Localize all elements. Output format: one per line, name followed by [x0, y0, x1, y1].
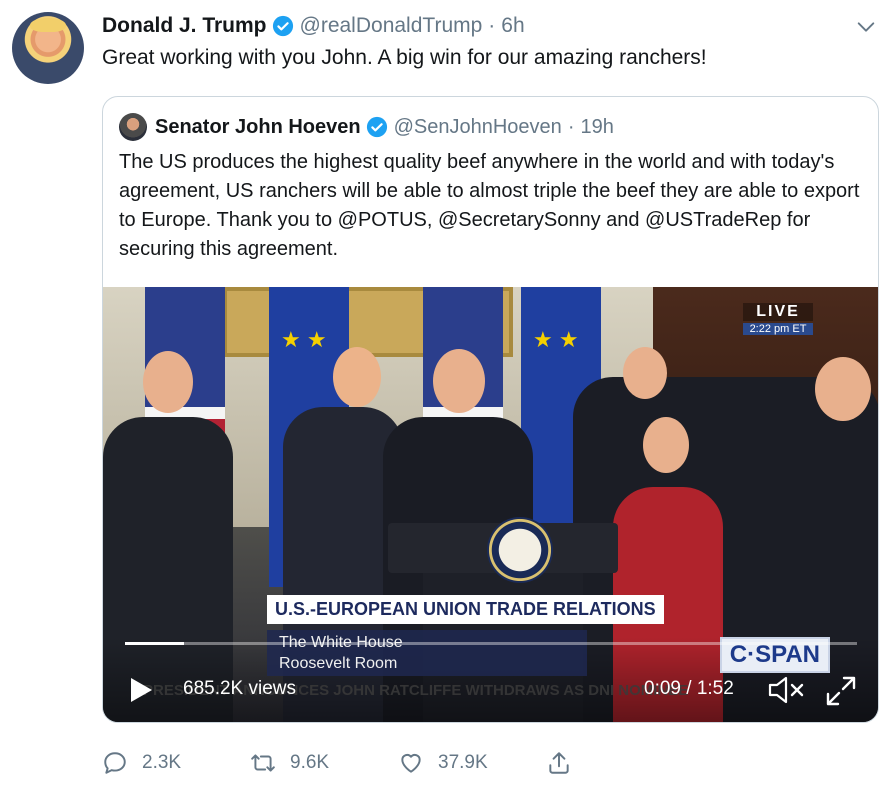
like-button[interactable]: 37.9K: [398, 748, 488, 778]
video-scene-person: [333, 347, 381, 407]
video-progress-bar[interactable]: [125, 642, 857, 645]
retweet-icon: [251, 754, 275, 772]
share-button[interactable]: [546, 748, 586, 778]
video-scene-person: [623, 347, 667, 399]
video-player[interactable]: LIVE 2:22 pm ET U.S.-EUROPEAN UNION TRAD…: [103, 287, 878, 722]
share-icon: [549, 752, 569, 774]
reply-button[interactable]: 2.3K: [102, 748, 181, 778]
quoted-tweet-time: 19h: [580, 115, 614, 138]
like-count: 37.9K: [438, 752, 488, 773]
quoted-author-avatar: [119, 113, 147, 141]
tweet-text: Great working with you John. A big win f…: [102, 46, 707, 69]
tweet-actions: 2.3K 9.6K 37.9K: [102, 748, 602, 778]
reply-count: 2.3K: [142, 752, 182, 773]
retweet-button[interactable]: 9.6K: [250, 748, 329, 778]
quoted-tweet-header: Senator John Hoeven @SenJohnHoeven · 19h: [119, 113, 614, 141]
separator-dot: ·: [567, 115, 575, 138]
live-label: LIVE: [743, 303, 813, 321]
author-name[interactable]: Donald J. Trump: [102, 14, 267, 38]
video-scene-person: [643, 417, 689, 473]
heart-icon: [401, 753, 421, 773]
lower-third-location: The White House Roosevelt Room: [267, 630, 587, 676]
volume-muted-icon[interactable]: [767, 675, 807, 705]
verified-badge-icon: [366, 116, 387, 138]
broadcast-lower-third: U.S.-EUROPEAN UNION TRADE RELATIONS The …: [267, 595, 664, 676]
play-icon[interactable]: [129, 677, 153, 703]
verified-badge-icon: [272, 15, 293, 37]
video-scene-person: [143, 351, 193, 413]
chevron-down-icon[interactable]: [855, 16, 877, 38]
quoted-author-name: Senator John Hoeven: [155, 115, 361, 138]
fullscreen-icon[interactable]: [825, 675, 857, 707]
lower-third-line-2: Roosevelt Room: [279, 655, 398, 672]
tweet-time[interactable]: 6h: [501, 14, 524, 38]
video-progress-fill: [125, 642, 184, 645]
tweet-header: Donald J. Trump @realDonaldTrump · 6h: [102, 12, 525, 40]
author-handle[interactable]: @realDonaldTrump: [300, 14, 483, 38]
video-scene-person: [815, 357, 871, 421]
video-timer: 0:09 / 1:52: [644, 678, 734, 699]
live-time: 2:22 pm ET: [743, 323, 813, 335]
presidential-seal: [487, 517, 553, 583]
live-indicator: LIVE 2:22 pm ET: [743, 303, 813, 335]
author-avatar[interactable]: [12, 12, 84, 84]
retweet-count: 9.6K: [290, 752, 330, 773]
quoted-tweet-card[interactable]: Senator John Hoeven @SenJohnHoeven · 19h…: [102, 96, 879, 723]
video-scene-person: [433, 349, 485, 413]
separator-dot: ·: [488, 14, 496, 37]
video-view-count: 685.2K views: [183, 678, 297, 699]
quoted-author-handle: @SenJohnHoeven: [393, 115, 562, 138]
lower-third-title: U.S.-EUROPEAN UNION TRADE RELATIONS: [267, 595, 664, 624]
reply-icon: [104, 752, 126, 774]
quoted-tweet-text: The US produces the highest quality beef…: [119, 151, 860, 260]
